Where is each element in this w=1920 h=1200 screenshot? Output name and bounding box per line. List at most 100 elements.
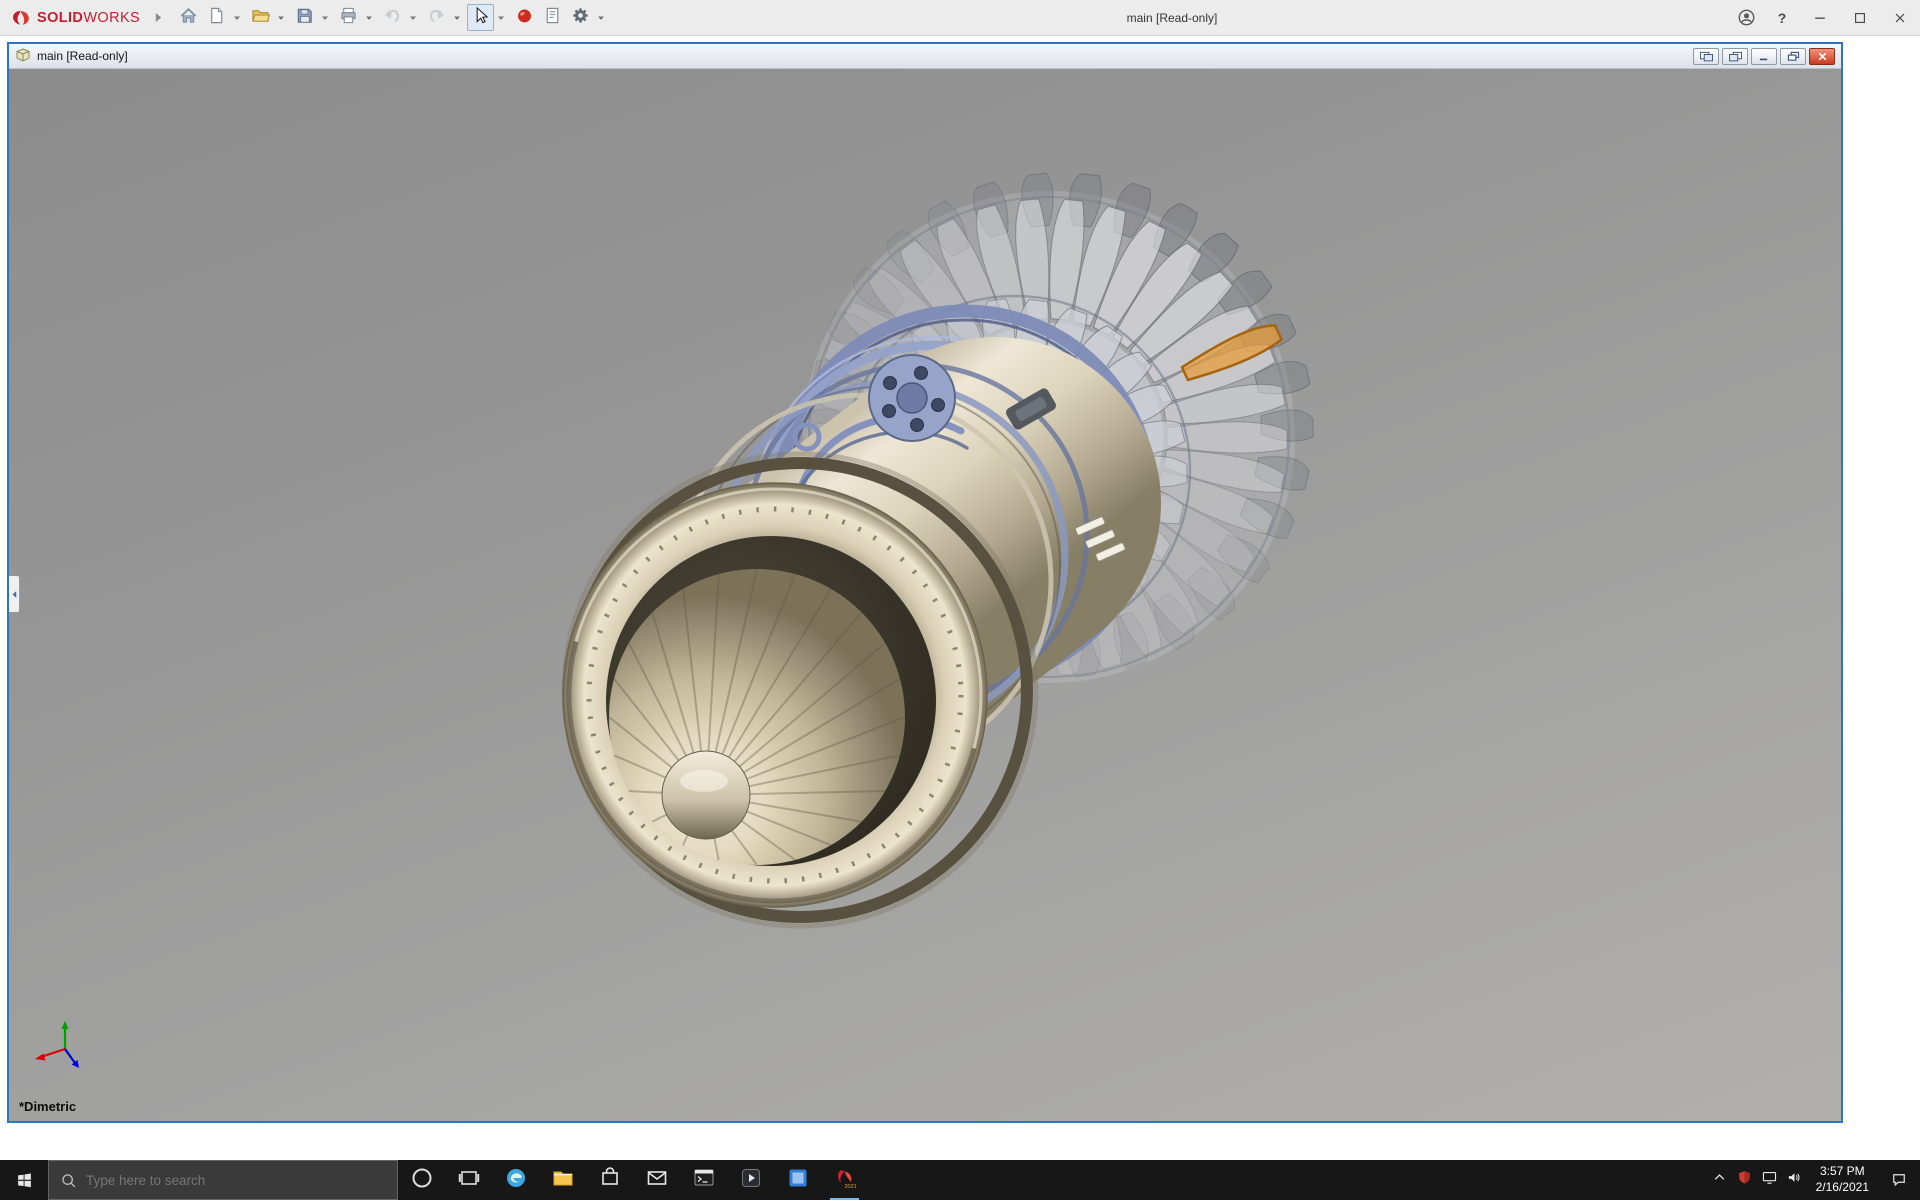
- new-window-button[interactable]: [1693, 48, 1719, 65]
- tail-cone-hub[interactable]: [662, 751, 750, 839]
- help-button[interactable]: ?: [1764, 0, 1800, 36]
- hub-highlight: [680, 770, 728, 792]
- menu-expand-arrow[interactable]: [154, 11, 163, 24]
- solidworks-logo: SOLIDWORKS: [10, 9, 140, 27]
- close-icon: [1892, 10, 1908, 26]
- volume-icon: [1786, 1169, 1803, 1191]
- engine-3d-model[interactable]: [9, 69, 1841, 1121]
- new-document-button[interactable]: [203, 4, 230, 31]
- photos-taskbar-button[interactable]: [774, 1160, 821, 1200]
- undo-button[interactable]: [379, 4, 406, 31]
- security-shield-tray-button[interactable]: [1732, 1160, 1757, 1200]
- document-titlebar[interactable]: main [Read-only]: [9, 44, 1841, 69]
- select-icon: [471, 6, 490, 30]
- document-window-controls: [1693, 48, 1837, 65]
- action-center-button[interactable]: [1878, 1171, 1920, 1189]
- mouse-gestures-icon: [515, 6, 534, 30]
- mouse-gestures-button[interactable]: [511, 4, 538, 31]
- search-icon: [60, 1172, 77, 1189]
- search-input[interactable]: [86, 1173, 386, 1188]
- save-dropdown-arrow[interactable]: [319, 15, 331, 21]
- taskbar-clock[interactable]: 3:57 PM 2/16/2021: [1807, 1160, 1878, 1200]
- turbofan-engine[interactable]: [523, 173, 1313, 948]
- doc-minimize-button[interactable]: [1751, 48, 1777, 65]
- display-icon: [1761, 1169, 1778, 1191]
- redo-icon: [427, 6, 446, 30]
- open-dropdown-arrow[interactable]: [275, 15, 287, 21]
- mail-taskbar-button[interactable]: [633, 1160, 680, 1200]
- open-button[interactable]: [247, 4, 274, 31]
- maximize-button[interactable]: [1840, 0, 1880, 36]
- new-document-dropdown-arrow[interactable]: [231, 15, 243, 21]
- clock-time: 3:57 PM: [1816, 1164, 1869, 1180]
- display-tray-button[interactable]: [1757, 1160, 1782, 1200]
- media-app-icon: [739, 1166, 763, 1195]
- brand-text: SOLIDWORKS: [37, 10, 140, 26]
- select-dropdown-arrow[interactable]: [495, 15, 507, 21]
- print-button[interactable]: [335, 4, 362, 31]
- titlebar-right-controls: ?: [1728, 0, 1920, 35]
- home-button[interactable]: [175, 4, 202, 31]
- action-center-icon: [1890, 1171, 1908, 1189]
- clock-date: 2/16/2021: [1816, 1180, 1869, 1196]
- microsoft-store-icon: [598, 1166, 622, 1195]
- cortana-icon: [410, 1166, 434, 1195]
- microsoft-store-taskbar-button[interactable]: [586, 1160, 633, 1200]
- windows-logo-icon: [16, 1172, 33, 1189]
- tile-window-icon: [1699, 51, 1714, 62]
- cascade-window-icon: [1728, 51, 1743, 62]
- maximize-icon: [1852, 10, 1868, 26]
- hidden-icons-chevron-tray-button[interactable]: [1707, 1160, 1732, 1200]
- photos-icon: [786, 1166, 810, 1195]
- redo-button[interactable]: [423, 4, 450, 31]
- file-properties-icon: [543, 6, 562, 30]
- account-button[interactable]: [1728, 0, 1764, 36]
- taskbar-search[interactable]: [48, 1160, 398, 1200]
- tray-icons: [1707, 1160, 1807, 1200]
- doc-close-button[interactable]: [1809, 48, 1835, 65]
- cortana-taskbar-button[interactable]: [398, 1160, 445, 1200]
- command-prompt-taskbar-button[interactable]: [680, 1160, 727, 1200]
- select-button[interactable]: [467, 4, 494, 31]
- options-dropdown-arrow[interactable]: [595, 15, 607, 21]
- account-icon: [1737, 8, 1756, 27]
- solidworks-taskbar-button[interactable]: 2021: [821, 1160, 868, 1200]
- volume-tray-button[interactable]: [1782, 1160, 1807, 1200]
- security-shield-icon: [1736, 1169, 1753, 1191]
- help-icon: ?: [1778, 10, 1787, 26]
- bolted-flange[interactable]: [869, 355, 955, 441]
- svg-text:2021: 2021: [844, 1183, 856, 1189]
- save-button[interactable]: [291, 4, 318, 31]
- file-explorer-taskbar-button[interactable]: [539, 1160, 586, 1200]
- task-view-taskbar-button[interactable]: [445, 1160, 492, 1200]
- task-view-icon: [457, 1166, 481, 1195]
- redo-dropdown-arrow[interactable]: [451, 15, 463, 21]
- edge-taskbar-button[interactable]: [492, 1160, 539, 1200]
- graphics-viewport[interactable]: *Dimetric: [9, 69, 1841, 1121]
- app-titlebar: SOLIDWORKS main [Read-only] ?: [0, 0, 1920, 36]
- chevron-right-icon: [154, 11, 163, 24]
- file-properties-button[interactable]: [539, 4, 566, 31]
- start-button[interactable]: [0, 1160, 48, 1200]
- new-document-icon: [207, 6, 226, 30]
- hidden-icons-chevron-icon: [1711, 1169, 1728, 1191]
- file-explorer-icon: [551, 1166, 575, 1195]
- cascade-window-button[interactable]: [1722, 48, 1748, 65]
- print-icon: [339, 6, 358, 30]
- doc-restore-button[interactable]: [1780, 48, 1806, 65]
- media-app-taskbar-button[interactable]: [727, 1160, 774, 1200]
- close-button[interactable]: [1880, 0, 1920, 36]
- orientation-triad: [29, 1017, 85, 1073]
- edge-icon: [504, 1166, 528, 1195]
- solidworks-icon: 2021: [833, 1166, 857, 1195]
- doc-minimize-icon: [1757, 51, 1772, 62]
- minimize-button[interactable]: [1800, 0, 1840, 36]
- options-button[interactable]: [567, 4, 594, 31]
- feature-tree-collapsed-tab[interactable]: [9, 575, 20, 613]
- print-dropdown-arrow[interactable]: [363, 15, 375, 21]
- options-icon: [571, 6, 590, 30]
- save-icon: [295, 6, 314, 30]
- system-tray: 3:57 PM 2/16/2021: [1707, 1160, 1920, 1200]
- undo-dropdown-arrow[interactable]: [407, 15, 419, 21]
- collapse-arrow-icon: [11, 590, 18, 599]
